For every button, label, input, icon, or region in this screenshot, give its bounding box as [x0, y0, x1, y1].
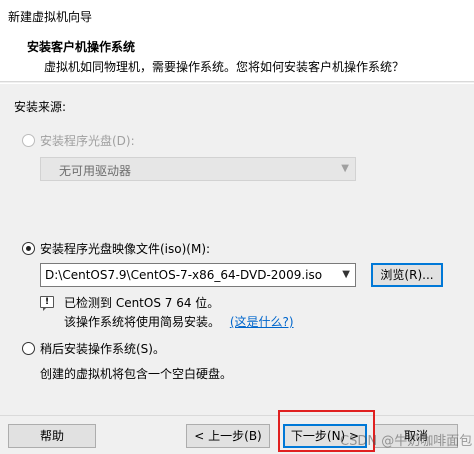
- drive-select: 无可用驱动器 ▼: [40, 157, 356, 181]
- radio-later-label: 稍后安装操作系统(S)。: [40, 342, 165, 356]
- page-title: 安装客户机操作系统: [27, 40, 136, 54]
- iso-path-combobox[interactable]: D:\CentOS7.9\CentOS-7-x86_64-DVD-2009.is…: [40, 263, 356, 287]
- chevron-down-icon[interactable]: ▼: [342, 269, 350, 280]
- header-divider: [0, 83, 474, 84]
- wizard-header: 安装客户机操作系统 虚拟机如同物理机，需要操作系统。您将如何安装客户机操作系统？: [0, 30, 474, 82]
- blank-disk-description: 创建的虚拟机将包含一个空白硬盘。: [40, 367, 233, 381]
- radio-disc-label: 安装程序光盘(D):: [40, 134, 135, 148]
- footer-divider: [0, 415, 474, 416]
- page-subtitle: 虚拟机如同物理机，需要操作系统。您将如何安装客户机操作系统？: [44, 60, 405, 74]
- watermark: CSDN @牛奶咖啡面包: [340, 434, 473, 449]
- back-button[interactable]: < 上一步(B): [186, 424, 270, 448]
- source-group-label: 安装来源:: [14, 100, 67, 114]
- radio-later[interactable]: [22, 342, 35, 355]
- radio-option-disc[interactable]: 安装程序光盘(D):: [22, 132, 135, 149]
- help-button[interactable]: 帮助: [8, 424, 96, 448]
- radio-option-iso[interactable]: 安装程序光盘映像文件(iso)(M):: [22, 240, 210, 257]
- window-title: 新建虚拟机向导: [8, 10, 93, 24]
- radio-option-later[interactable]: 稍后安装操作系统(S)。: [22, 340, 165, 357]
- radio-disc[interactable]: [22, 134, 35, 147]
- browse-button[interactable]: 浏览(R)...: [371, 263, 443, 287]
- chevron-down-icon: ▼: [341, 163, 349, 174]
- radio-iso-label: 安装程序光盘映像文件(iso)(M):: [40, 242, 211, 256]
- radio-iso[interactable]: [22, 242, 35, 255]
- iso-path-value[interactable]: D:\CentOS7.9\CentOS-7-x86_64-DVD-2009.is…: [45, 268, 322, 282]
- easy-install-text-row: 该操作系统将使用简易安装。 (这是什么?): [64, 313, 294, 330]
- drive-select-value: 无可用驱动器: [59, 164, 132, 178]
- window-titlebar: 新建虚拟机向导: [0, 0, 474, 30]
- detected-os-text: 已检测到 CentOS 7 64 位。: [64, 296, 220, 310]
- easy-install-text: 该操作系统将使用简易安装。: [64, 315, 221, 329]
- what-is-this-link[interactable]: (这是什么?): [230, 315, 294, 329]
- info-icon: !: [40, 296, 54, 311]
